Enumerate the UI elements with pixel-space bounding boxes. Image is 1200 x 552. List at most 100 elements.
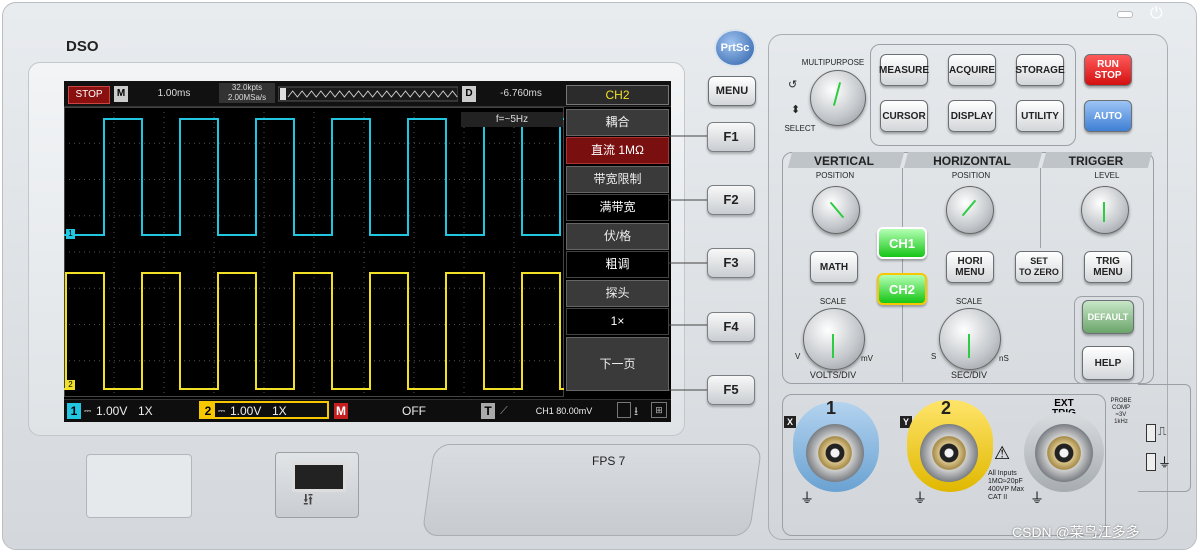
auto-button[interactable]: AUTO [1084,100,1132,132]
ch2-button[interactable]: CH2 [877,273,927,305]
waveform-overview-bar [278,86,458,102]
rating-line-2: 1MΩ≈20pF [988,478,1023,485]
status-bar: STOP M 1.00ms 32.0kpts 2.00MSa/s D -6.76… [64,81,671,107]
softkey-f3[interactable]: F3 [707,248,755,278]
default-button[interactable]: DEFAULT [1082,300,1134,334]
rating-line-4: CAT II [988,494,1008,501]
probe-comp-line3: ≈3V [1115,412,1127,418]
acquire-button[interactable]: ACQUIRE [948,54,996,86]
ch1-scale: 1.00V [96,404,128,418]
volts-div-knob[interactable] [803,308,865,370]
menu-coupling-label[interactable]: 耦合 [566,109,669,136]
memory-icon [617,402,631,418]
menu-coupling-value[interactable]: 直流 1MΩ [566,137,669,164]
timebase-value: 1.00ms [157,88,191,99]
hori-menu-button[interactable]: HORI MENU [946,251,994,283]
math-button[interactable]: MATH [810,251,858,283]
h-position-knob[interactable] [946,186,994,234]
storage-button[interactable]: STORAGE [1015,54,1065,86]
run-stop-line1: RUN [1097,59,1119,70]
ch2-dc-icon: ⎓ [218,406,226,416]
ch2-bnc-connector[interactable] [920,424,978,482]
power-icon[interactable]: ⏻ [1150,5,1163,23]
trigger-header: TRIGGER [1068,154,1124,168]
math-state: OFF [402,404,426,418]
usb-icon: ⭿ [303,492,314,509]
trigger-badge: T [481,403,495,419]
probe-comp-ground-terminal[interactable] [1146,453,1156,471]
rating-line-3: 400VP Max [988,486,1025,493]
watermark-text: CSDN @菜鸟江多多 [1012,524,1140,540]
ext-trig-bnc-connector[interactable] [1035,424,1093,482]
top-right-dot-icon [1117,11,1133,18]
ext-trig-ground-icon: ⏚ [1030,490,1044,506]
run-stop-button[interactable]: RUN STOP [1084,54,1132,86]
memory-depth: 32.0kpts [219,83,275,93]
s-unit-left: S [931,352,937,361]
ch1-button[interactable]: CH1 [877,227,927,259]
softkey-f5[interactable]: F5 [707,375,755,405]
trigger-info: CH1 80.00mV [535,406,593,416]
menu-channel-title: CH2 [566,85,669,105]
mode-badge: M [114,86,128,102]
waveform-graticule [64,107,564,397]
menu-next-page[interactable]: 下一页 [566,337,669,391]
channel-status-bar: 1 ⎓ 1.00V 1X 2 ⎓ 1.00V 1X M OFF T ⟋ CH1 … [64,399,671,422]
fps-label: FPS 7 [592,454,626,468]
rating-line-1: All Inputs [988,470,1017,477]
sample-rate: 2.00MSa/s [219,93,275,103]
set-to-zero-button[interactable]: SET TO ZERO [1015,251,1063,283]
vertical-header: VERTICAL [814,154,874,168]
sec-div-knob[interactable] [939,308,1001,370]
trig-menu-button[interactable]: TRIG MENU [1084,251,1132,283]
probe-comp-label: PROBE COMP ≈3V 1kHz [1106,398,1136,426]
ch2-badge: 2 [201,403,215,419]
delay-badge: D [462,86,476,102]
menu-volts-div-label[interactable]: 伏/格 [566,223,669,250]
softkey-f4[interactable]: F4 [707,312,755,342]
select-label: SELECT [784,124,816,133]
t-level-label: LEVEL [1094,171,1120,180]
menu-bandwidth-label[interactable]: 带宽限制 [566,166,669,193]
menu-probe-label[interactable]: 探头 [566,280,669,307]
probe-comp-signal-terminal[interactable] [1146,424,1156,442]
ch2-ground-marker: 2 [66,380,75,390]
ch2-waveform [64,272,564,390]
rotate-icon: ↺ [788,79,798,91]
probe-comp-line1: PROBE [1110,398,1132,404]
ch1-input-number: 1 [826,398,837,418]
utility-button[interactable]: UTILITY [1016,100,1064,132]
trigger-level-knob[interactable] [1081,186,1129,234]
sec-div-indicator [968,334,970,358]
menu-probe-value[interactable]: 1× [566,308,669,335]
probe-ground-icon: ⏚ [1158,455,1172,470]
menu-volts-div-value[interactable]: 粗调 [566,251,669,278]
run-stop-line2: STOP [1094,70,1122,81]
ch1-probe: 1X [138,404,153,418]
prtsc-button[interactable]: PrtSc [714,29,756,67]
softkey-f1[interactable]: F1 [707,122,755,152]
softkey-leader-lines [669,135,707,391]
rising-edge-icon: ⟋ [500,405,508,417]
menu-bandwidth-value[interactable]: 满带宽 [566,194,669,221]
measure-button[interactable]: MEASURE [879,54,929,86]
trig-menu-line1: TRIG [1096,256,1120,267]
ch2-input-number: 2 [941,398,952,418]
display-button[interactable]: DISPLAY [948,100,996,132]
set-zero-line1: SET [1030,256,1048,266]
ch1-bnc-connector[interactable] [806,424,864,482]
cursor-button[interactable]: CURSOR [880,100,928,132]
display-screen: STOP M 1.00ms 32.0kpts 2.00MSa/s D -6.76… [64,81,671,422]
brand-label: DSO [66,38,99,55]
trig-menu-line2: MENU [1093,267,1123,278]
multipurpose-knob[interactable] [810,70,866,126]
probe-comp-line2: COMP [1112,405,1130,411]
help-button[interactable]: HELP [1082,346,1134,380]
set-zero-line2: TO ZERO [1019,267,1059,277]
usb-port[interactable]: ⭿ [275,452,359,518]
softkey-f2[interactable]: F2 [707,185,755,215]
input-x-label: X [784,416,796,428]
warning-triangle-icon: ⚠ [994,443,1011,463]
menu-button[interactable]: MENU [708,76,756,106]
usb-socket [292,462,346,492]
